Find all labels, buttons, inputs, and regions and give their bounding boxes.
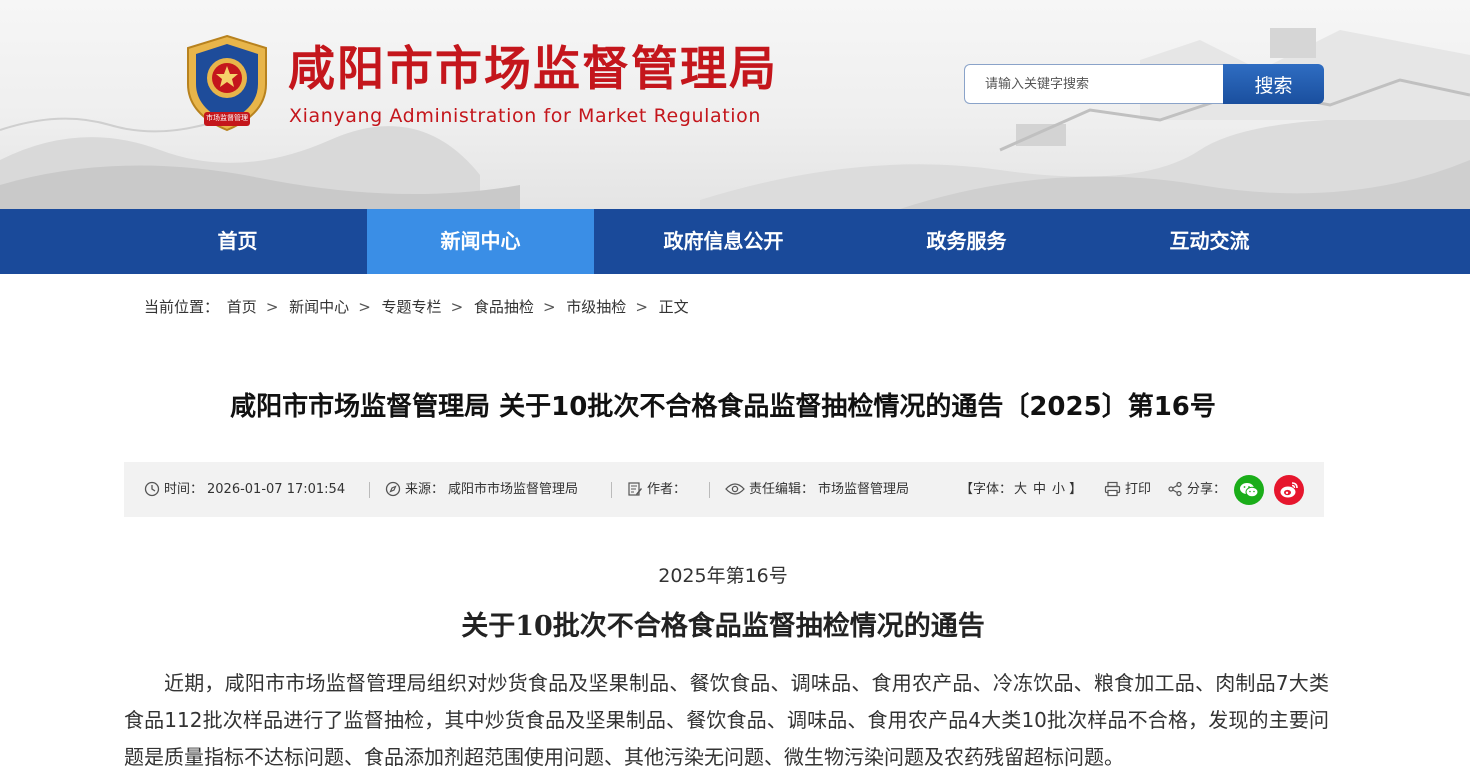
share-weibo-button[interactable] [1274,475,1304,505]
breadcrumb: 当前位置： 首页 > 新闻中心 > 专题专栏 > 食品抽检 > 市级抽检 > 正文 [144,297,692,317]
search-box: 搜索 [964,64,1324,104]
meta-source-value: 咸阳市市场监督管理局 [448,482,579,497]
site-header: 市场监督管理 咸阳市市场监督管理局 Xianyang Administratio… [0,0,1470,209]
breadcrumb-separator: > [450,298,464,316]
edit-document-icon [628,481,642,496]
site-title: 咸阳市市场监督管理局 [288,42,778,97]
nav-item-services[interactable]: 政务服务 [853,209,1080,274]
meta-share: 分享： [1167,462,1226,517]
meta-editor-value: 市场监督管理局 [818,482,910,497]
printer-icon [1104,481,1121,496]
meta-divider [709,482,710,498]
share-icon [1168,481,1182,496]
breadcrumb-link-city-inspection[interactable]: 市级抽检 [566,298,626,316]
meta-time-value: 2026-01-07 17:01:54 [207,482,346,497]
article-title: 咸阳市市场监督管理局 关于10批次不合格食品监督抽检情况的通告〔2025〕第16… [230,392,1216,422]
meta-editor: 责任编辑： 市场监督管理局 [725,462,909,517]
search-input[interactable] [964,64,1226,104]
article-paragraph: 近期，咸阳市市场监督管理局组织对炒货食品及坚果制品、餐饮食品、调味品、食用农产品… [124,671,1329,769]
breadcrumb-link-food-inspection[interactable]: 食品抽检 [474,298,534,316]
main-nav: 首页 新闻中心 政府信息公开 政务服务 互动交流 [0,209,1470,274]
document-number: 2025年第16号 [658,565,788,587]
eye-icon [725,482,745,495]
share-wechat-button[interactable] [1234,475,1264,505]
meta-time-label: 时间： [164,482,204,497]
site-subtitle: Xianyang Administration for Market Regul… [289,105,762,127]
breadcrumb-link-home[interactable]: 首页 [227,298,257,316]
nav-item-home[interactable]: 首页 [124,209,351,274]
font-size-small[interactable]: 小 [1052,482,1065,497]
document-title: 关于10批次不合格食品监督抽检情况的通告 [461,611,985,642]
breadcrumb-prefix: 当前位置： [144,298,220,316]
search-button[interactable]: 搜索 [1223,64,1324,104]
meta-font-size: 【字体：大中小】 [960,462,1082,517]
meta-editor-label: 责任编辑： [749,482,815,497]
compass-icon [385,481,401,496]
font-size-large[interactable]: 大 [1014,482,1027,497]
meta-divider [611,482,612,498]
meta-time: 时间： 2026-01-07 17:01:54 [144,462,345,517]
print-button[interactable]: 打印 [1104,462,1151,517]
clock-icon [144,481,160,496]
breadcrumb-separator: > [542,298,556,316]
breadcrumb-link-topics[interactable]: 专题专栏 [382,298,442,316]
nav-item-interaction[interactable]: 互动交流 [1096,209,1323,274]
share-label: 分享： [1187,482,1227,497]
breadcrumb-separator: > [265,298,279,316]
nav-item-gov-info[interactable]: 政府信息公开 [610,209,837,274]
emblem-label: 市场监督管理 [206,114,248,122]
breadcrumb-separator: > [358,298,371,316]
font-size-label: 【字体： [960,482,1013,497]
meta-author-label: 作者： [647,482,687,497]
breadcrumb-link-news[interactable]: 新闻中心 [289,298,349,316]
breadcrumb-separator: > [635,298,648,316]
font-size-medium[interactable]: 中 [1033,482,1046,497]
meta-author: 作者： [627,462,686,517]
breadcrumb-current: 正文 [658,298,689,316]
font-size-bracket: 】 [1069,482,1083,497]
meta-source-label: 来源： [405,482,445,497]
article-meta-bar: 时间： 2026-01-07 17:01:54 来源： 咸阳市市场监督管理局 作者：… [124,462,1324,517]
print-label: 打印 [1125,482,1152,497]
wechat-icon [1240,483,1259,498]
meta-source: 来源： 咸阳市市场监督管理局 [385,462,578,517]
nav-item-news[interactable]: 新闻中心 [367,209,594,274]
meta-divider [369,482,370,498]
weibo-icon [1280,482,1298,498]
